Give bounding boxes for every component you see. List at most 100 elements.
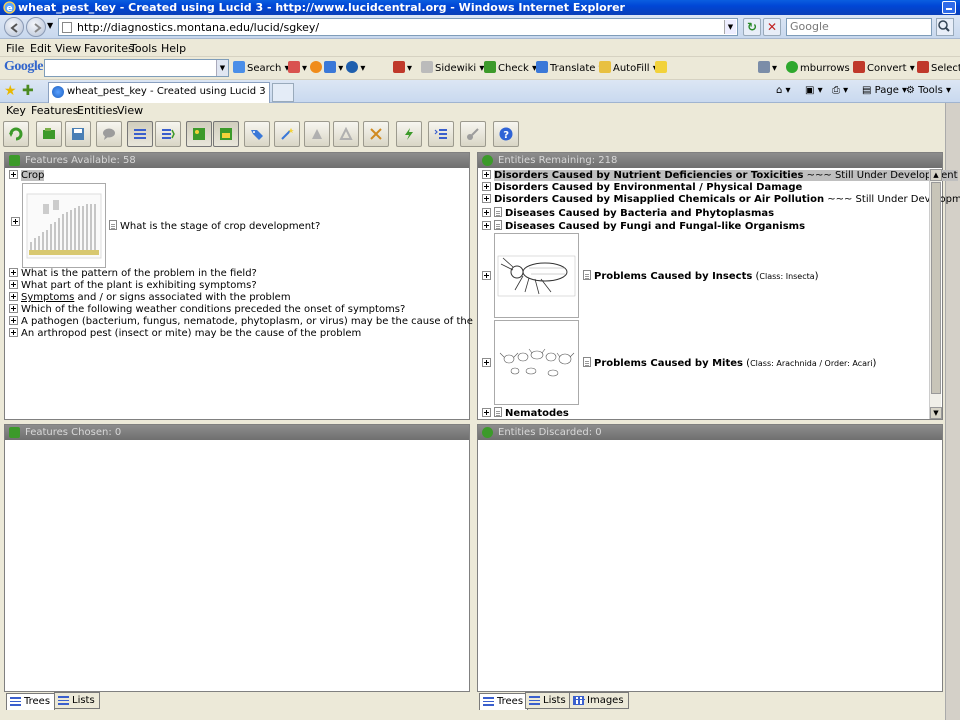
scroll-down-arrow-icon[interactable]: ▼ <box>930 407 942 419</box>
tab-entities-images[interactable]: Images <box>569 692 629 709</box>
entity-item-bacteria[interactable]: Diseases Caused by Bacteria and Phytopla… <box>482 207 774 220</box>
entity-item-nematodes[interactable]: Nematodes <box>482 407 569 420</box>
convert-button[interactable]: Convert ▾ <box>853 61 915 74</box>
similarities-button[interactable] <box>304 121 330 147</box>
print-button[interactable]: ⎙ ▾ <box>832 85 848 96</box>
entity-item-chemicals[interactable]: Disorders Caused by Misapplied Chemicals… <box>482 194 960 206</box>
tab-features-lists[interactable]: Lists <box>54 692 100 709</box>
expand-icon[interactable] <box>9 170 18 179</box>
expand-icon[interactable] <box>9 316 18 325</box>
entity-item-mites[interactable]: Problems Caused by Mites (Class: Arachni… <box>583 357 876 370</box>
search-input[interactable]: Google <box>786 18 932 36</box>
entity-item-fungi[interactable]: Diseases Caused by Fungi and Fungal-like… <box>482 220 805 233</box>
page-menu-button[interactable]: ▤ Page ▾ <box>862 85 907 96</box>
back-button[interactable] <box>4 17 24 37</box>
entity-item-insects[interactable]: Problems Caused by Insects (Class: Insec… <box>583 270 819 283</box>
open-key-button[interactable] <box>36 121 62 147</box>
feature-item-pathogen[interactable]: A pathogen (bacterium, fungus, nematode,… <box>9 316 517 328</box>
chat-button[interactable] <box>96 121 122 147</box>
tab-features-trees[interactable]: Trees <box>6 693 56 710</box>
feature-item-weather[interactable]: Which of the following weather condition… <box>9 304 405 316</box>
forward-button[interactable] <box>26 17 46 37</box>
feature-item-symptoms[interactable]: Symptoms and / or signs associated with … <box>9 292 291 304</box>
expand-icon[interactable] <box>482 208 491 217</box>
menu-help[interactable]: Help <box>161 42 186 55</box>
magic-wand-button[interactable] <box>274 121 300 147</box>
menu-tools[interactable]: Tools <box>130 42 157 55</box>
new-tab-button[interactable] <box>272 83 294 102</box>
scroll-up-arrow-icon[interactable]: ▲ <box>930 169 942 181</box>
prune-button[interactable] <box>363 121 389 147</box>
tools-menu-button[interactable]: ⚙ Tools ▾ <box>906 85 951 96</box>
mite-thumbnail[interactable] <box>494 320 579 405</box>
entity-item-environmental[interactable]: Disorders Caused by Environmental / Phys… <box>482 182 802 194</box>
save-key-button[interactable] <box>65 121 91 147</box>
tab-entities-lists[interactable]: Lists <box>525 692 571 709</box>
image-gallery-button[interactable] <box>213 121 239 147</box>
window-title-bar[interactable]: e wheat_pest_key - Created using Lucid 3… <box>0 0 960 15</box>
feature-item-arthropod[interactable]: An arthropod pest (insect or mite) may b… <box>9 328 361 340</box>
tab-entities-trees[interactable]: Trees <box>479 693 529 710</box>
symptoms-link[interactable]: Symptoms <box>21 292 74 303</box>
url-field[interactable]: http://diagnostics.montana.edu/lucid/sgk… <box>58 18 738 36</box>
app-menu-key[interactable]: Key <box>6 104 26 117</box>
entity-mites-expander[interactable] <box>482 358 494 370</box>
user-account-button[interactable]: mburrows ▾ <box>786 61 858 74</box>
entity-item-nutrient[interactable]: Disorders Caused by Nutrient Deficiencie… <box>482 170 958 182</box>
menu-favorites[interactable]: Favorites <box>84 42 134 55</box>
google-search-button[interactable]: Search ▾ <box>233 61 290 74</box>
select-button[interactable]: Select <box>917 61 960 74</box>
expand-icon[interactable] <box>9 280 18 289</box>
crop-stage-thumbnail[interactable] <box>22 183 106 268</box>
highlighter-button[interactable] <box>655 61 669 74</box>
menu-edit[interactable]: Edit <box>30 42 51 55</box>
app-menu-features[interactable]: Features <box>31 104 78 117</box>
expand-icon[interactable] <box>9 292 18 301</box>
entity-insects-expander[interactable] <box>482 271 494 283</box>
expand-icon[interactable] <box>9 268 18 277</box>
expand-icon[interactable] <box>9 304 18 313</box>
toolbar-icon-group[interactable]: ▾ ▾ ▾ <box>288 61 365 74</box>
home-button[interactable]: ⌂ ▾ <box>776 85 791 96</box>
help-button[interactable]: ? <box>493 121 519 147</box>
expand-icon[interactable] <box>11 217 20 226</box>
autofill-button[interactable]: AutoFill ▾ <box>599 61 658 74</box>
google-input-dropdown-icon[interactable]: ▼ <box>216 60 228 76</box>
app-menu-view[interactable]: View <box>117 104 143 117</box>
sidewiki-button[interactable]: Sidewiki ▾ <box>421 61 484 74</box>
entities-scrollbar[interactable]: ▲ ▼ <box>929 169 942 419</box>
search-go-button[interactable] <box>936 18 954 36</box>
menu-file[interactable]: File <box>6 42 24 55</box>
wrench-button[interactable]: ▾ <box>758 61 777 74</box>
key-info-button[interactable] <box>460 121 486 147</box>
expand-icon[interactable] <box>482 358 491 367</box>
show-images-button[interactable] <box>186 121 212 147</box>
restart-key-button[interactable] <box>3 121 29 147</box>
spellcheck-button[interactable]: Check ▾ <box>484 61 537 74</box>
differences-button[interactable] <box>333 121 359 147</box>
filter-button[interactable] <box>244 121 270 147</box>
insect-thumbnail[interactable] <box>494 233 579 318</box>
app-menu-entities[interactable]: Entities <box>77 104 118 117</box>
stop-button[interactable]: ✕ <box>763 18 781 36</box>
url-dropdown-icon[interactable]: ▼ <box>724 20 736 34</box>
feeds-button[interactable]: ▣ ▾ <box>805 85 823 96</box>
feature-item-plant-part[interactable]: What part of the plant is exhibiting sym… <box>9 280 257 292</box>
add-favorites-icon[interactable]: ✚ <box>22 83 34 99</box>
find-feature-button[interactable] <box>396 121 422 147</box>
expand-icon[interactable] <box>482 170 491 179</box>
google-search-input[interactable]: ▼ <box>44 59 229 77</box>
menu-view[interactable]: View <box>55 42 81 55</box>
minimize-button[interactable] <box>942 1 956 14</box>
feature-item-pattern[interactable]: What is the pattern of the problem in th… <box>9 268 257 280</box>
expand-icon[interactable] <box>9 328 18 337</box>
google-logo[interactable]: Google <box>4 59 44 75</box>
translate-button[interactable]: Translate ▾ <box>536 61 604 74</box>
expand-icon[interactable] <box>482 408 491 417</box>
popup-blocker-button[interactable]: ▾ <box>393 61 412 74</box>
expand-icon[interactable] <box>482 271 491 280</box>
history-dropdown-icon[interactable]: ▼ <box>47 21 53 30</box>
tree-view-button[interactable] <box>127 121 153 147</box>
feature-item-crop-stage-label[interactable]: What is the stage of crop development? <box>109 220 320 233</box>
list-view-button[interactable] <box>155 121 181 147</box>
